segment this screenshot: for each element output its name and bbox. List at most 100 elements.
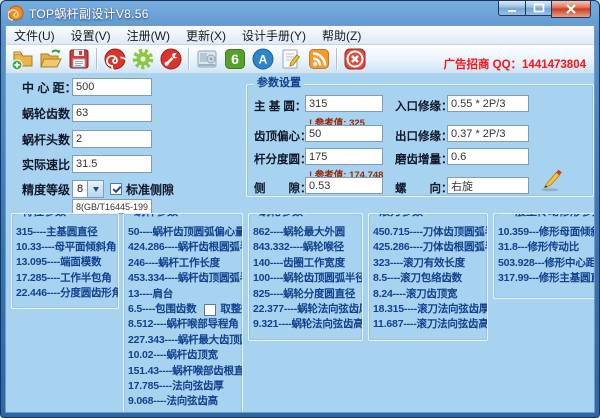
param-item: 453.334----蜗杆齿顶圆弧半径 <box>128 271 240 286</box>
accuracy-standard-input[interactable] <box>72 199 152 214</box>
group-modification-params: 一般型传动修形参数 10.359---修形母面倾斜角 31.8---修形传动比 … <box>493 213 594 299</box>
entry-relief-input[interactable] <box>447 95 529 112</box>
save-icon[interactable] <box>66 46 92 72</box>
param-item: 825----蜗轮分度圆直径 <box>253 287 360 302</box>
entry-relief-label: 入口修缘： <box>395 98 453 114</box>
accuracy-select[interactable]: 8 <box>72 180 104 198</box>
round-integer-checkbox[interactable] <box>204 304 216 316</box>
param-item: 10.02----蜗杆齿顶宽 <box>128 348 240 363</box>
group-param-settings: 参数设置 主 基 圆： ! 参考值: 325 齿顶偏心： 杆分度圆： ! 参考值… <box>246 84 594 197</box>
group-hob-params: 滚刀参数 450.715----刀体齿顶圆弧半径 425.286----刀体齿根… <box>368 213 488 341</box>
group-title: 一般型传动修形参数 <box>501 213 594 219</box>
ad-text: 广告招商 QQ：1441473804 <box>443 56 586 73</box>
param-item: 317.99---修形主基圆直径 <box>498 271 594 286</box>
param-item: 10.33----母平面倾斜角 <box>16 240 115 255</box>
param-item: 8.5----滚刀包络齿数 <box>373 271 485 286</box>
exit-relief-input[interactable] <box>447 125 529 142</box>
menu-settings[interactable]: 设置(V) <box>63 26 119 45</box>
param-item: 8.512----蜗杆喉部导程角 <box>128 317 240 332</box>
worm-pitch-circle-input[interactable] <box>305 148 383 165</box>
tip-eccentric-input[interactable] <box>305 125 383 142</box>
app-window: TOP蜗杆副设计V8.56 文件(U) 设置(V) 注册(W) 更新(X) 设计… <box>0 0 600 418</box>
title-bar: TOP蜗杆副设计V8.56 <box>1 1 599 25</box>
param-item: 100----蜗轮齿顶圆弧半径 <box>253 271 360 286</box>
param-item: 13.095----端面模数 <box>16 255 115 270</box>
actual-ratio-input[interactable] <box>72 155 152 173</box>
number-six-icon[interactable]: 6 <box>222 46 248 72</box>
param-item: 17.285----工作半包角 <box>16 271 115 286</box>
worm-starts-input[interactable] <box>72 130 152 148</box>
param-item: 11.687----滚刀法向弦齿高 <box>373 317 485 332</box>
param-item: 450.715----刀体齿顶圆弧半径 <box>373 225 485 240</box>
notes-icon[interactable] <box>278 46 304 72</box>
exit-icon[interactable] <box>342 46 368 72</box>
close-button[interactable] <box>551 1 591 18</box>
param-item-with-checkbox: 6.5----包围齿数 取整数 <box>128 302 240 317</box>
accuracy-value: 8 <box>77 183 83 195</box>
wheel-teeth-label: 蜗轮齿数： <box>22 105 72 122</box>
standard-backlash-checkbox[interactable] <box>110 183 122 195</box>
menu-help[interactable]: 帮助(Z) <box>314 26 369 45</box>
toolbar-separator <box>188 48 190 70</box>
letter-a-icon[interactable]: A <box>250 46 276 72</box>
tip-eccentric-label: 齿顶偏心： <box>254 128 312 144</box>
param-item: 151.43----蜗杆喉部齿根直径 <box>128 364 240 379</box>
main-base-circle-label: 主 基 圆： <box>254 98 306 114</box>
menu-bar: 文件(U) 设置(V) 注册(W) 更新(X) 设计手册(Y) 帮助(Z) <box>6 26 594 45</box>
open-file-icon[interactable] <box>38 46 64 72</box>
rss-icon[interactable] <box>306 46 332 72</box>
wheel-teeth-input[interactable] <box>72 104 152 122</box>
spiral-direction-input[interactable] <box>447 177 529 194</box>
accuracy-label: 精度等级： <box>22 181 72 198</box>
toolbar-separator <box>96 48 98 70</box>
param-item: 843.332----蜗轮喉径 <box>253 240 360 255</box>
grinding-increment-input[interactable] <box>447 148 529 165</box>
param-item: 9.321----蜗轮法向弦齿高 <box>253 317 360 332</box>
group-title: 蜗杆参数 <box>131 213 181 219</box>
param-item: 246----蜗杆工作长度 <box>128 256 240 271</box>
round-integer-label: 取整数 <box>220 302 243 317</box>
worm-pitch-circle-label: 杆分度圆： <box>254 151 312 167</box>
spiral-icon[interactable] <box>102 46 128 72</box>
wrench-icon[interactable] <box>158 46 184 72</box>
param-item: 22.446----分度圆齿形角 <box>16 286 115 301</box>
menu-file[interactable]: 文件(U) <box>6 26 63 45</box>
param-item: 18.315----滚刀法向弦齿厚 <box>373 302 485 317</box>
menu-design-manual[interactable]: 设计手册(Y) <box>234 26 314 45</box>
new-file-icon[interactable] <box>10 46 36 72</box>
param-item: 50----蜗杆齿顶圆弧偏心量 <box>128 225 240 240</box>
maximize-button[interactable] <box>525 1 551 16</box>
machine-icon[interactable] <box>194 46 220 72</box>
standard-backlash-label: 标准侧隙 <box>126 181 174 198</box>
gear-icon[interactable] <box>130 46 156 72</box>
worm-starts-label: 蜗杆头数： <box>22 131 72 148</box>
param-item: 31.8---修形传动比 <box>498 240 594 255</box>
chevron-down-icon[interactable] <box>87 181 103 197</box>
group-worm-params: 蜗杆参数 50----蜗杆齿顶圆弧偏心量 424.286----蜗杆齿根圆弧半径… <box>123 213 243 412</box>
group-characteristic-params: 特性参数 315----主基圆直径 10.33----母平面倾斜角 13.095… <box>11 213 119 309</box>
spiral-direction-label: 螺 向： <box>395 180 453 196</box>
param-item: 13----肩台 <box>128 287 240 302</box>
param-settings-title: 参数设置 <box>254 77 304 90</box>
window-title: TOP蜗杆副设计V8.56 <box>29 5 149 22</box>
param-item: 10.359---修形母面倾斜角 <box>498 225 594 240</box>
group-wheel-params: 蜗轮参数 862----蜗轮最大外圆 843.332----蜗轮喉径 140--… <box>248 213 363 341</box>
group-title: 特性参数 <box>19 213 69 219</box>
backlash-input[interactable] <box>305 177 383 194</box>
group-title: 蜗轮参数 <box>256 213 306 219</box>
param-item: 227.343----蜗杆最大齿顶圆直 <box>128 333 240 348</box>
param-item: 862----蜗轮最大外圆 <box>253 225 360 240</box>
minimize-button[interactable] <box>498 1 525 16</box>
menu-update[interactable]: 更新(X) <box>178 26 234 45</box>
main-base-circle-input[interactable] <box>305 95 383 112</box>
svg-text:A: A <box>259 53 268 67</box>
toolbar: 6 A 广告招商 QQ：1441473804 <box>6 45 594 74</box>
toolbar-separator <box>336 48 338 70</box>
app-icon <box>8 5 24 21</box>
center-distance-input[interactable] <box>72 78 152 96</box>
edit-pencil-icon[interactable] <box>539 167 565 193</box>
grinding-increment-label: 磨齿增量： <box>395 151 453 167</box>
param-item: 8.24----滚刀齿顶宽 <box>373 287 485 302</box>
menu-register[interactable]: 注册(W) <box>119 26 178 45</box>
caption-buttons <box>498 1 591 18</box>
